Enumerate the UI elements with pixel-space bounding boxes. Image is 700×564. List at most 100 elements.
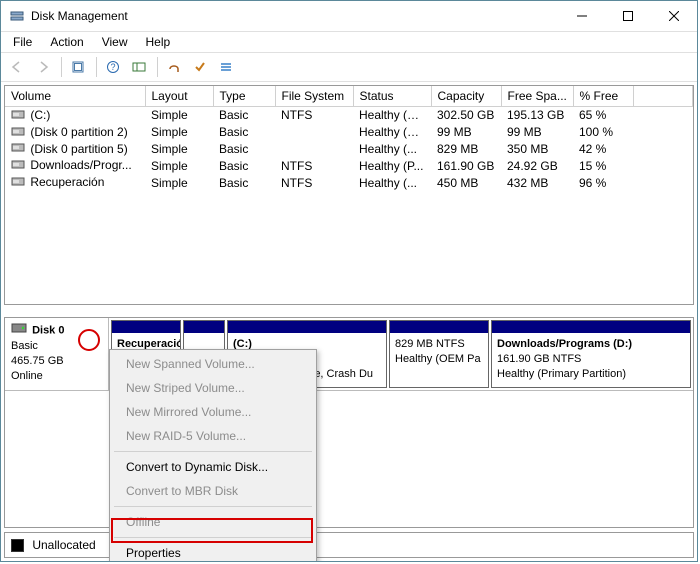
table-row[interactable]: (C:)SimpleBasicNTFSHealthy (B...302.50 G… <box>5 107 693 124</box>
drive-icon <box>11 159 25 173</box>
cell-pct: 65 % <box>573 107 633 124</box>
minimize-button[interactable] <box>559 1 605 31</box>
cell-free: 432 MB <box>501 174 573 191</box>
col-filesystem[interactable]: File System <box>275 86 353 107</box>
drive-icon <box>11 176 25 190</box>
menu-item-properties[interactable]: Properties <box>112 541 314 562</box>
forward-button[interactable] <box>31 55 55 79</box>
menu-help[interactable]: Help <box>138 33 179 51</box>
col-status[interactable]: Status <box>353 86 431 107</box>
cell-layout: Simple <box>145 107 213 124</box>
menu-item-newStriped: New Striped Volume... <box>112 376 314 400</box>
disk-size: 465.75 GB <box>11 355 64 367</box>
drive-icon <box>11 142 25 156</box>
menu-item-offline: Offline <box>112 510 314 534</box>
menu-action[interactable]: Action <box>42 33 91 51</box>
legend-label: Unallocated <box>32 538 95 552</box>
col-capacity[interactable]: Capacity <box>431 86 501 107</box>
cell-fs <box>275 124 353 141</box>
util1-button[interactable] <box>162 55 186 79</box>
menu-view[interactable]: View <box>94 33 136 51</box>
cell-free: 99 MB <box>501 124 573 141</box>
cell-status: Healthy (... <box>353 141 431 158</box>
swatch-icon <box>11 539 24 552</box>
table-row[interactable]: Downloads/Progr...SimpleBasicNTFSHealthy… <box>5 157 693 174</box>
cell-type: Basic <box>213 174 275 191</box>
col-spacer <box>633 86 693 107</box>
cell-fs: NTFS <box>275 174 353 191</box>
legend-unallocated: Unallocated <box>11 538 96 552</box>
annotation-circle <box>78 329 100 351</box>
app-icon <box>9 8 25 24</box>
col-free[interactable]: Free Spa... <box>501 86 573 107</box>
disk-state: Online <box>11 370 43 382</box>
disk-context-menu: New Spanned Volume...New Striped Volume.… <box>109 349 317 562</box>
maximize-button[interactable] <box>605 1 651 31</box>
menu-item-newSpanned: New Spanned Volume... <box>112 352 314 376</box>
disk-label[interactable]: Disk 0 Basic 465.75 GB Online <box>5 318 109 390</box>
cell-type: Basic <box>213 157 275 174</box>
cell-type: Basic <box>213 124 275 141</box>
cell-type: Basic <box>213 107 275 124</box>
cell-volume: (Disk 0 partition 2) <box>5 124 145 141</box>
cell-status: Healthy (... <box>353 174 431 191</box>
cell-capacity: 450 MB <box>431 174 501 191</box>
list-button[interactable] <box>214 55 238 79</box>
separator <box>157 57 158 77</box>
svg-text:?: ? <box>110 62 115 72</box>
close-button[interactable] <box>651 1 697 31</box>
cell-fs: NTFS <box>275 157 353 174</box>
cell-free: 24.92 GB <box>501 157 573 174</box>
partition-bar <box>184 321 224 333</box>
cell-free: 195.13 GB <box>501 107 573 124</box>
menu-item-convertDynamic[interactable]: Convert to Dynamic Disk... <box>112 455 314 479</box>
menu-separator <box>114 451 312 452</box>
partition[interactable]: Downloads/Programs (D:)161.90 GB NTFSHea… <box>491 320 691 388</box>
partition-bar <box>492 321 690 333</box>
col-pctfree[interactable]: % Free <box>573 86 633 107</box>
cell-free: 350 MB <box>501 141 573 158</box>
menu-file[interactable]: File <box>5 33 40 51</box>
volume-table: Volume Layout Type File System Status Ca… <box>5 86 693 191</box>
cell-status: Healthy (B... <box>353 107 431 124</box>
settings-toolbar-button[interactable] <box>127 55 151 79</box>
cell-volume: (C:) <box>5 107 145 124</box>
disk-graphic-pane: Disk 0 Basic 465.75 GB Online Recuperaci… <box>4 317 694 528</box>
partition-bar <box>390 321 488 333</box>
cell-status: Healthy (E... <box>353 124 431 141</box>
partition[interactable]: 829 MB NTFSHealthy (OEM Pa <box>389 320 489 388</box>
cell-layout: Simple <box>145 141 213 158</box>
table-row[interactable]: (Disk 0 partition 2)SimpleBasicHealthy (… <box>5 124 693 141</box>
menu-separator <box>114 537 312 538</box>
refresh-button[interactable] <box>66 55 90 79</box>
cell-capacity: 99 MB <box>431 124 501 141</box>
disk-management-window: Disk Management File Action View Help ? <box>0 0 698 562</box>
cell-capacity: 302.50 GB <box>431 107 501 124</box>
cell-pct: 96 % <box>573 174 633 191</box>
cell-pct: 100 % <box>573 124 633 141</box>
menu-bar: File Action View Help <box>1 32 697 53</box>
cell-layout: Simple <box>145 157 213 174</box>
cell-fs <box>275 141 353 158</box>
help-toolbar-button[interactable]: ? <box>101 55 125 79</box>
partition-name: Downloads/Programs (D:) <box>497 337 685 352</box>
table-row[interactable]: RecuperaciónSimpleBasicNTFSHealthy (...4… <box>5 174 693 191</box>
menu-item-convertMbr: Convert to MBR Disk <box>112 479 314 503</box>
cell-type: Basic <box>213 141 275 158</box>
menu-item-newRaid5: New RAID-5 Volume... <box>112 424 314 448</box>
legend: Unallocated <box>4 532 694 558</box>
drive-icon <box>11 109 25 123</box>
cell-pct: 15 % <box>573 157 633 174</box>
col-layout[interactable]: Layout <box>145 86 213 107</box>
back-button[interactable] <box>5 55 29 79</box>
drive-icon <box>11 126 25 140</box>
check-button[interactable] <box>188 55 212 79</box>
volume-list-pane: Volume Layout Type File System Status Ca… <box>4 85 694 305</box>
col-type[interactable]: Type <box>213 86 275 107</box>
cell-volume: Recuperación <box>5 174 145 191</box>
col-volume[interactable]: Volume <box>5 86 145 107</box>
disk-type: Basic <box>11 340 38 352</box>
table-row[interactable]: (Disk 0 partition 5)SimpleBasicHealthy (… <box>5 141 693 158</box>
title-bar: Disk Management <box>1 1 697 32</box>
cell-capacity: 161.90 GB <box>431 157 501 174</box>
